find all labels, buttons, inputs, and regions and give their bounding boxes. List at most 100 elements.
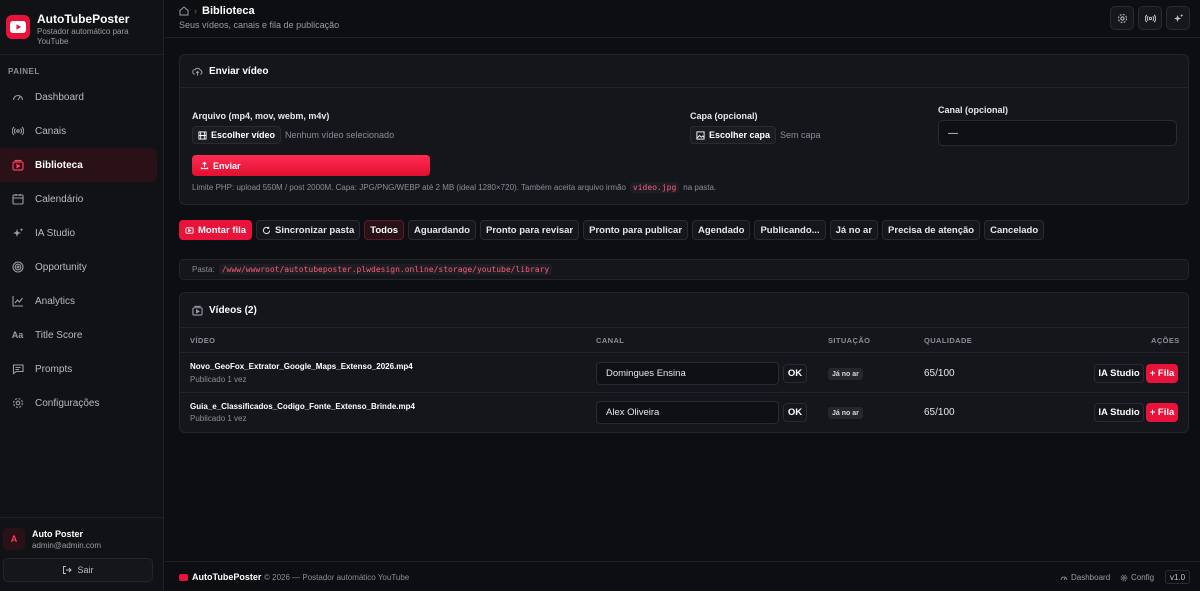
filter-tab-aguardando[interactable]: Aguardando	[408, 220, 476, 240]
filter-tab-pronto-publicar[interactable]: Pronto para publicar	[583, 220, 689, 240]
footer-dashboard-link[interactable]: Dashboard	[1060, 573, 1110, 582]
send-button[interactable]: Enviar	[192, 155, 430, 176]
sidebar-item-label: Dashboard	[35, 91, 84, 103]
sync-folder-button[interactable]: Sincronizar pasta	[256, 220, 361, 240]
filter-tab-cancelado[interactable]: Cancelado	[984, 220, 1045, 240]
sidebar: AutoTubePoster Postador automático para …	[0, 0, 164, 591]
brand-subtitle: Postador automático para YouTube	[37, 27, 129, 46]
column-header-canal: CANAL	[596, 336, 625, 345]
sidebar-item-dashboard[interactable]: Dashboard	[0, 80, 157, 114]
video-published: Publicado 1 vez	[190, 414, 247, 423]
sidebar-item-biblioteca[interactable]: Biblioteca	[0, 148, 157, 182]
footer-copyright: © 2026 — Postador automático YouTube	[264, 573, 410, 582]
cover-status: Sem capa	[780, 130, 821, 140]
video-name: Guia_e_Classificados_Codigo_Fonte_Extens…	[190, 402, 415, 411]
sidebar-item-label: Configurações	[35, 397, 100, 409]
add-to-queue-button[interactable]: + Fila	[1146, 403, 1178, 422]
filter-tab-todos[interactable]: Todos	[364, 220, 405, 240]
choose-video-label: Escolher vídeo	[211, 130, 276, 140]
upload-card-header: Enviar vídeo	[180, 55, 1188, 88]
hint-text: Limite PHP: upload 550M / post 2000M. Ca…	[192, 183, 626, 192]
filter-tab-publicando[interactable]: Publicando...	[754, 220, 826, 240]
logout-button[interactable]: Sair	[3, 558, 153, 582]
videos-title: Vídeos (2)	[209, 304, 257, 316]
home-icon[interactable]	[179, 6, 189, 16]
channel-input[interactable]: Alex Oliveira	[596, 401, 779, 424]
column-header-video: VÍDEO	[190, 336, 216, 345]
choose-cover-button[interactable]: Escolher capa	[690, 126, 777, 144]
sidebar-item-label: Biblioteca	[35, 159, 83, 171]
upload-card: Enviar vídeo Arquivo (mp4, mov, webm, m4…	[179, 54, 1189, 205]
calendar-icon	[11, 193, 24, 206]
quality-score: 65/100	[924, 368, 955, 379]
breadcrumb: › Biblioteca	[179, 5, 255, 17]
sidebar-item-title-score[interactable]: Aa Title Score	[0, 318, 157, 352]
channel-label: Canal (opcional)	[938, 105, 1009, 115]
sidebar-item-analytics[interactable]: Analytics	[0, 284, 157, 318]
filter-tab-precisa-atencao[interactable]: Precisa de atenção	[882, 220, 981, 240]
brand[interactable]: AutoTubePoster Postador automático para …	[6, 10, 156, 50]
ok-button[interactable]: OK	[783, 364, 807, 383]
sparkles-icon	[11, 227, 24, 240]
upload-cloud-icon	[192, 67, 203, 76]
avatar: A	[3, 528, 25, 550]
video-name: Novo_GeoFox_Extrator_Google_Maps_Extenso…	[190, 362, 413, 371]
chevron-right-icon: ›	[194, 6, 197, 16]
message-icon	[11, 363, 24, 376]
status-badge: Já no ar	[828, 407, 863, 419]
channel-input[interactable]: Domingues Ensina	[596, 362, 779, 385]
channel-select[interactable]: —	[938, 120, 1177, 146]
ok-button[interactable]: OK	[783, 403, 807, 422]
gear-icon	[1120, 574, 1128, 581]
sidebar-item-calendario[interactable]: Calendário	[0, 182, 157, 216]
footer: AutoTubePoster © 2026 — Postador automát…	[165, 561, 1200, 591]
build-queue-button[interactable]: Montar fila	[179, 220, 253, 240]
user-name: Auto Poster	[32, 529, 84, 539]
sidebar-item-ia-studio[interactable]: IA Studio	[0, 216, 157, 250]
sidebar-item-opportunity[interactable]: Opportunity	[0, 250, 157, 284]
library-icon	[192, 305, 203, 316]
logout-icon	[63, 566, 73, 574]
choose-video-button[interactable]: Escolher vídeo	[192, 126, 282, 144]
filter-tab-ja-no-ar[interactable]: Já no ar	[829, 220, 879, 240]
page-title: Biblioteca	[202, 5, 255, 17]
dashboard-gauge-icon	[1060, 576, 1068, 580]
sidebar-item-label: Title Score	[35, 329, 83, 341]
settings-button[interactable]	[1110, 6, 1134, 30]
filter-tab-pronto-revisar[interactable]: Pronto para revisar	[479, 220, 580, 240]
sidebar-item-label: Prompts	[35, 363, 73, 375]
gear-icon	[1117, 13, 1127, 23]
film-icon	[198, 130, 207, 140]
add-to-queue-button[interactable]: + Fila	[1146, 364, 1178, 383]
sidebar-item-canais[interactable]: Canais	[0, 114, 157, 148]
top-header: › Biblioteca Seus vídeos, canais e fila …	[165, 0, 1200, 38]
broadcast-icon	[11, 125, 24, 138]
ia-studio-button[interactable]	[1166, 6, 1190, 30]
videos-card-header: Vídeos (2)	[180, 293, 1188, 328]
sidebar-item-label: Opportunity	[35, 261, 87, 273]
row-divider	[180, 352, 1188, 353]
hint-text-end: na pasta.	[683, 183, 717, 192]
library-icon	[11, 159, 24, 172]
chart-line-icon	[11, 295, 24, 308]
sparkles-icon	[1173, 13, 1183, 22]
ia-studio-button[interactable]: IA Studio	[1094, 364, 1144, 383]
sidebar-item-prompts[interactable]: Prompts	[0, 352, 157, 386]
version-badge: v1.0	[1165, 570, 1191, 584]
column-header-acoes: AÇÕES	[1151, 336, 1180, 345]
upload-icon	[200, 161, 209, 170]
footer-config-label: Config	[1131, 573, 1155, 582]
page-subtitle: Seus vídeos, canais e fila de publicação	[179, 20, 340, 30]
channels-button[interactable]	[1138, 6, 1162, 30]
footer-config-link[interactable]: Config	[1120, 573, 1154, 582]
gear-icon	[11, 397, 24, 410]
filter-tab-agendado[interactable]: Agendado	[692, 220, 751, 240]
file-status: Nenhum vídeo selecionado	[285, 130, 395, 140]
sidebar-item-configuracoes[interactable]: Configurações	[0, 386, 157, 420]
text-aa-icon: Aa	[11, 330, 24, 340]
ia-studio-button[interactable]: IA Studio	[1094, 403, 1144, 422]
filter-bar: Montar fila Sincronizar pasta Todos Agua…	[179, 220, 1045, 240]
logout-label: Sair	[77, 565, 94, 575]
dashboard-gauge-icon	[11, 91, 24, 104]
build-queue-label: Montar fila	[198, 224, 247, 236]
